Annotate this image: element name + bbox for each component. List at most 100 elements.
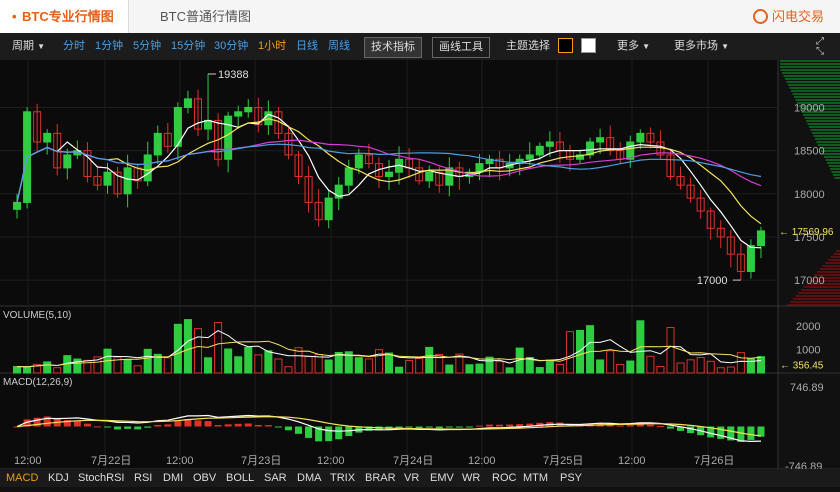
candle-body <box>184 99 191 108</box>
brand-link[interactable]: 闪电交易 <box>753 0 824 33</box>
volume-bar <box>546 360 553 373</box>
indicator-stochrsi[interactable]: StochRSI <box>78 469 124 487</box>
tech-indicator-button[interactable]: 技术指标 <box>364 37 422 58</box>
caret-down-icon: ▼ <box>642 42 650 51</box>
interval-fenshi[interactable]: 分时 <box>63 33 85 60</box>
macd-hist-bar <box>466 427 473 428</box>
depth-bid-bar <box>830 168 840 170</box>
macd-hist-bar <box>456 427 463 428</box>
depth-bid-bar <box>785 78 840 80</box>
volume-bar <box>627 361 634 373</box>
price-tick-label: 18500 <box>794 146 825 158</box>
volume-bar <box>757 357 764 373</box>
depth-ask-bar <box>817 271 840 273</box>
period-dropdown[interactable]: 周期 ▼ <box>12 33 45 60</box>
candle-body <box>757 231 764 246</box>
volume-bar <box>446 365 453 373</box>
indicator-brar[interactable]: BRAR <box>365 469 396 487</box>
indicator-dma[interactable]: DMA <box>297 469 321 487</box>
more-dropdown[interactable]: 更多 ▼ <box>617 33 650 60</box>
interval-1hour[interactable]: 1小时 <box>258 33 286 60</box>
low-price-label: 17000 <box>697 275 728 287</box>
interval-15min[interactable]: 15分钟 <box>171 33 205 60</box>
depth-ask-bar <box>833 253 840 255</box>
tab-pro-chart-label: BTC专业行情图 <box>22 9 114 24</box>
depth-ask-bar <box>831 256 840 258</box>
interval-week[interactable]: 周线 <box>328 33 350 60</box>
candle-body <box>747 246 754 272</box>
volume-bar <box>587 326 594 373</box>
depth-bid-bar <box>781 69 840 71</box>
fullscreen-icon[interactable]: ⤢⤡ <box>816 37 824 57</box>
indicator-mtm[interactable]: MTM <box>523 469 548 487</box>
macd-hist-bar <box>235 424 242 427</box>
more-markets-dropdown[interactable]: 更多市场 ▼ <box>674 33 729 60</box>
volume-tick-label: 2000 <box>796 321 820 333</box>
depth-ask-bar <box>796 295 840 297</box>
macd-hist-bar <box>225 424 232 426</box>
depth-ask-bar <box>820 268 840 270</box>
depth-bid-bar <box>829 165 840 167</box>
indicator-dmi[interactable]: DMI <box>163 469 183 487</box>
time-tick-label: 7月24日 <box>393 455 433 467</box>
indicator-emv[interactable]: EMV <box>430 469 454 487</box>
depth-bid-bar <box>791 90 840 92</box>
indicator-rsi[interactable]: RSI <box>134 469 152 487</box>
chart-toolbar: 周期 ▼ 分时 1分钟 5分钟 15分钟 30分钟 1小时 日线 周线 技术指标… <box>0 33 840 60</box>
depth-ask-bar <box>828 259 840 261</box>
macd-hist-bar <box>657 426 664 427</box>
candle-body <box>205 120 212 129</box>
depth-bid-bar <box>809 126 840 128</box>
indicator-macd[interactable]: MACD <box>6 469 38 487</box>
volume-bar <box>184 320 191 373</box>
interval-day[interactable]: 日线 <box>296 33 318 60</box>
indicator-sar[interactable]: SAR <box>264 469 287 487</box>
interval-5min[interactable]: 5分钟 <box>133 33 161 60</box>
indicator-trix[interactable]: TRIX <box>330 469 355 487</box>
candle-body <box>225 116 232 159</box>
time-tick-label: 7月26日 <box>694 455 734 467</box>
indicator-boll[interactable]: BOLL <box>226 469 254 487</box>
indicator-kdj[interactable]: KDJ <box>48 469 69 487</box>
depth-bid-bar <box>796 99 840 101</box>
indicator-roc[interactable]: ROC <box>492 469 516 487</box>
indicator-psy[interactable]: PSY <box>560 469 582 487</box>
volume-bar <box>24 367 31 373</box>
candle-body <box>64 155 71 168</box>
draw-tool-button[interactable]: 画线工具 <box>432 37 490 58</box>
theme-dark-swatch[interactable] <box>558 38 573 53</box>
volume-bar <box>14 367 21 373</box>
interval-30min[interactable]: 30分钟 <box>214 33 248 60</box>
macd-hist-bar <box>114 427 121 430</box>
theme-light-swatch[interactable] <box>581 38 596 53</box>
volume-bar <box>265 351 272 373</box>
candle-body <box>325 198 332 220</box>
macd-hist-bar <box>637 424 644 426</box>
depth-bid-bar <box>787 81 840 83</box>
time-tick-label: 7月22日 <box>91 455 131 467</box>
volume-bar <box>355 358 362 373</box>
macd-hist-bar <box>396 427 403 428</box>
depth-bid-bar <box>811 129 840 131</box>
macd-hist-bar <box>717 427 724 439</box>
indicator-vr[interactable]: VR <box>404 469 419 487</box>
price-chart[interactable]: 19000185001800017500170001938817000← 175… <box>0 60 840 487</box>
macd-hist-bar <box>74 421 81 427</box>
macd-hist-bar <box>104 427 111 428</box>
price-tick-label: 19000 <box>794 102 825 114</box>
macd-hist-bar <box>305 427 312 438</box>
time-tick-label: 12:00 <box>468 455 496 467</box>
tab-pro-chart[interactable]: • BTC专业行情图 <box>0 0 129 33</box>
depth-bid-bar <box>782 72 840 74</box>
macd-hist-bar <box>94 426 101 427</box>
interval-1min[interactable]: 1分钟 <box>95 33 123 60</box>
depth-bid-bar <box>780 66 840 68</box>
indicator-wr[interactable]: WR <box>462 469 480 487</box>
chart-area[interactable]: 19000185001800017500170001938817000← 175… <box>0 60 840 487</box>
depth-bid-bar <box>780 60 840 62</box>
volume-current-label: ← 356.45 <box>780 361 824 372</box>
time-tick-label: 12:00 <box>317 455 345 467</box>
tab-normal-chart[interactable]: BTC普通行情图 <box>160 0 251 33</box>
indicator-obv[interactable]: OBV <box>193 469 216 487</box>
macd-hist-bar <box>486 425 493 427</box>
